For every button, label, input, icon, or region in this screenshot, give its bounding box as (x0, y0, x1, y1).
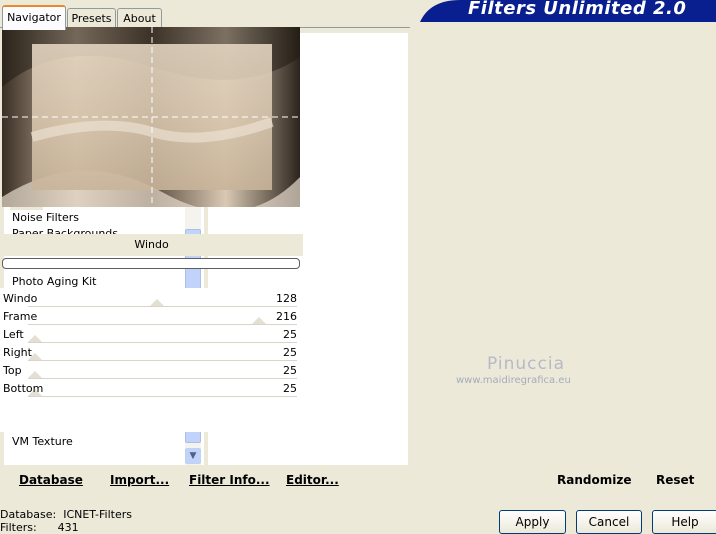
param-value: 25 (283, 382, 297, 395)
preview-image[interactable] (2, 27, 300, 207)
param-name: Top (3, 364, 22, 377)
tab-presets[interactable]: Presets (67, 8, 116, 28)
tab-about[interactable]: About (117, 8, 162, 28)
param-value: 25 (283, 328, 297, 341)
apply-button[interactable]: Apply (499, 510, 566, 534)
param-name: Bottom (3, 382, 44, 395)
slider-track (28, 342, 297, 343)
slider-track (28, 306, 297, 307)
filter-title: Windo (134, 238, 169, 251)
param-row-windo[interactable]: Windo 128 (0, 290, 303, 308)
param-row-frame[interactable]: Frame 216 (0, 308, 303, 326)
watermark-url: www.maidiregrafica.eu (456, 375, 571, 386)
param-row-left[interactable]: Left 25 (0, 326, 303, 344)
slider-track (28, 360, 297, 361)
reset-button[interactable]: Reset (656, 473, 694, 487)
param-value: 25 (283, 364, 297, 377)
slider-track (28, 324, 297, 325)
param-row-right[interactable]: Right 25 (0, 344, 303, 362)
filter-title-bar: Windo (0, 234, 303, 256)
slider-track (28, 396, 297, 397)
progress-bar (2, 258, 300, 269)
parameter-list: Windo 128 Frame 216 Left 25 Right 25 Top 25 Bottom… (0, 288, 303, 432)
database-button[interactable]: Database (19, 473, 83, 487)
import-button[interactable]: Import... (110, 473, 169, 487)
slider-thumb-icon[interactable] (150, 299, 164, 306)
param-name: Frame (3, 310, 38, 323)
param-row-top[interactable]: Top 25 (0, 362, 303, 380)
param-value: 128 (276, 292, 297, 305)
filter-info-button[interactable]: Filter Info... (189, 473, 270, 487)
param-name: Windo (3, 292, 38, 305)
status-filters-label: Filters: (0, 521, 37, 534)
help-button[interactable]: Help (652, 510, 716, 534)
status-database-value: ICNET-Filters (63, 508, 132, 521)
slider-thumb-icon[interactable] (28, 371, 42, 378)
param-name: Right (3, 346, 32, 359)
param-value: 216 (276, 310, 297, 323)
param-name: Left (3, 328, 24, 341)
param-value: 25 (283, 346, 297, 359)
slider-thumb-icon[interactable] (28, 335, 42, 342)
status-filters-value: 431 (57, 521, 79, 534)
param-row-bottom[interactable]: Bottom 25 (0, 380, 303, 398)
editor-button[interactable]: Editor... (286, 473, 339, 487)
slider-track (28, 378, 297, 379)
cancel-button[interactable]: Cancel (576, 510, 642, 534)
tab-navigator[interactable]: Navigator (2, 5, 66, 30)
watermark-name: Pinuccia (487, 354, 565, 374)
randomize-button[interactable]: Randomize (557, 473, 631, 487)
category-item[interactable]: VM Texture (10, 434, 75, 450)
app-title: Filters Unlimited 2.0 (468, 0, 687, 19)
scroll-down-button[interactable]: ▼ (185, 448, 201, 464)
category-item[interactable]: Noise Filters (10, 210, 81, 226)
slider-thumb-icon[interactable] (252, 317, 266, 324)
status-area: Database: ICNET-Filters Filters: 431 (0, 508, 132, 534)
status-database-label: Database: (0, 508, 57, 521)
